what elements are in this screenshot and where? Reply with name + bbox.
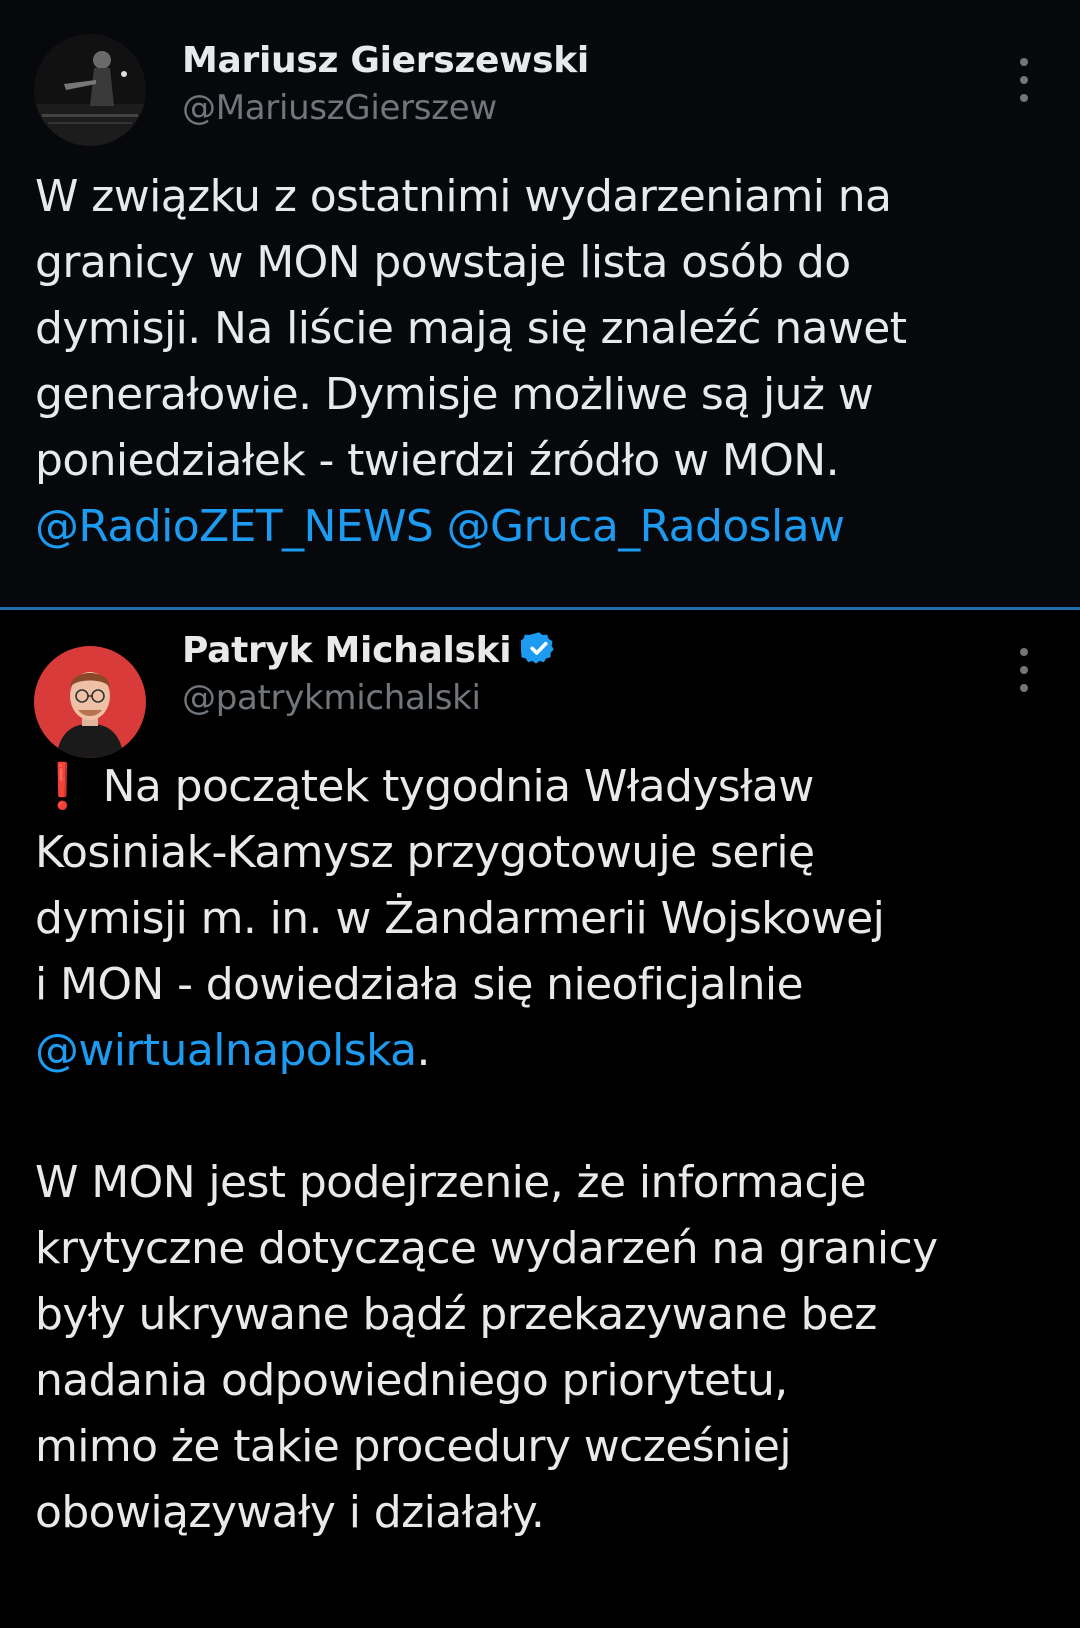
author-handle[interactable]: @patrykmichalski [182,678,481,718]
tweet-text-line: krytyczne dotyczące wydarzeń na granicy [35,1223,938,1274]
tweet-text-line: i MON - dowiedziała się nieoficjalnie [35,959,804,1010]
author-handle[interactable]: @MariuszGierszew [182,88,497,128]
avatar[interactable] [34,34,146,146]
author-name[interactable]: Mariusz Gierszewski [182,40,589,81]
tweet-text-fragment: Na początek tygodnia Władysław [102,761,815,812]
tweet-text-line: były ukrywane bądź przekazywane bez [35,1289,877,1340]
tweet-text-line: @wirtualnapolska. [35,1018,1045,1084]
exclamation-icon: ❗ [35,761,90,812]
mention-link[interactable]: @RadioZET_NEWS [35,501,434,552]
mention-suffix: . [416,1025,431,1076]
tweet-text-line: mimo że takie procedury wcześniej [35,1421,792,1472]
tweet-text: W związku z ostatnimi wydarzeniami na gr… [35,164,1045,560]
tweet-text-line: W związku z ostatnimi wydarzeniami na [35,171,892,222]
avatar-photo-icon [34,646,146,758]
more-options-icon[interactable] [1012,58,1036,102]
tweet-text-line: granicy w MON powstaje lista osób do [35,237,851,288]
avatar[interactable] [34,646,146,758]
tweet-text: ❗ Na początek tygodnia Władysław Kosinia… [35,754,1045,1546]
mention-link[interactable]: @wirtualnapolska [35,1025,417,1076]
avatar-photo-icon [34,34,146,146]
tweet-text-line: obowiązywały i działały. [35,1487,545,1538]
more-options-icon[interactable] [1012,648,1036,692]
tweet-patryk-michalski[interactable]: Patryk Michalski @patrykmichalski ❗ Na p… [0,610,1080,1628]
tweet-text-line: dymisji. Na liście mają się znaleźć nawe… [35,303,907,354]
tweet-text-line: dymisji m. in. w Żandarmerii Wojskowej [35,893,885,944]
author-name-text: Patryk Michalski [182,630,512,671]
author-name[interactable]: Patryk Michalski [182,630,557,671]
tweet-text-line: generałowie. Dymisje możliwe są już w [35,369,874,420]
tweet-text-line: W MON jest podejrzenie, że informacje [35,1157,867,1208]
mention-link[interactable]: @Gruca_Radoslaw [447,501,845,552]
mentions-line: @RadioZET_NEWS @Gruca_Radoslaw [35,494,1045,560]
tweet-mariusz-gierszewski[interactable]: Mariusz Gierszewski @MariuszGierszew W z… [0,0,1080,607]
tweet-text-line: ❗ Na początek tygodnia Władysław [35,754,1045,820]
verified-badge-icon[interactable] [521,630,557,666]
tweet-text-line: poniedziałek - twierdzi źródło w MON. [35,435,840,486]
tweet-text-line: nadania odpowiedniego priorytetu, [35,1355,788,1406]
tweet-text-line: Kosiniak-Kamysz przygotowuje serię [35,827,815,878]
